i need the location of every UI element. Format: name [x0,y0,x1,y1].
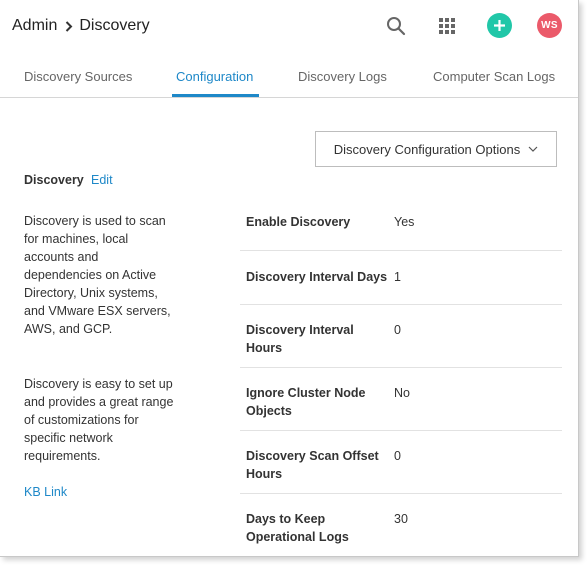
setting-label: Ignore Cluster Node Objects [246,386,366,418]
tab-configuration[interactable]: Configuration [176,69,253,84]
settings-row: Discovery Interval Days 1 [240,251,562,305]
options-button-label: Discovery Configuration Options [333,141,521,157]
tab-discovery-logs[interactable]: Discovery Logs [298,69,387,84]
setting-value: Yes [394,215,415,229]
settings-row: Enable Discovery Yes [240,196,562,251]
breadcrumb-current: Discovery [79,17,150,34]
setting-value: 0 [394,323,401,337]
setting-value: 0 [394,449,401,463]
search-icon[interactable] [383,13,409,39]
settings-row: Discovery Scan Offset Hours 0 [240,431,562,494]
edit-link[interactable]: Edit [91,173,113,187]
discovery-configuration-options-button[interactable]: Discovery Configuration Options [315,131,557,167]
apps-grid-icon[interactable] [434,13,460,39]
tab-bar: Discovery Sources Configuration Discover… [0,54,578,98]
settings-row: Days to Keep Operational Logs 30 [240,494,562,556]
tab-discovery-sources[interactable]: Discovery Sources [24,69,132,84]
chevron-right-icon [65,20,73,32]
setting-value: 1 [394,270,401,284]
tab-computer-scan-logs[interactable]: Computer Scan Logs [433,69,555,84]
settings-row: Discovery Interval Hours 0 [240,305,562,368]
setting-label: Enable Discovery [246,215,351,229]
add-icon[interactable] [487,13,512,38]
setting-value: No [394,386,410,400]
settings-table: Enable Discovery Yes Discovery Interval … [240,196,562,556]
app-window: Admin Discovery WS Discovery Sources Con… [0,0,579,557]
setting-label: Days to Keep Operational Logs [246,512,349,544]
chevron-down-icon [528,146,538,152]
avatar[interactable]: WS [537,13,562,38]
kb-link[interactable]: KB Link [24,483,67,501]
setting-label: Discovery Interval Hours [246,323,354,355]
description-paragraph: Discovery is easy to set up and provides… [24,377,174,463]
header: Admin Discovery WS [0,0,578,54]
setting-value: 30 [394,512,408,526]
breadcrumb-parent[interactable]: Admin [12,17,57,35]
settings-row: Ignore Cluster Node Objects No [240,368,562,431]
description-paragraph: Discovery is used to scan for machines, … [24,214,171,336]
setting-label: Discovery Interval Days [246,270,388,284]
section-title: Discovery [24,173,84,187]
setting-label: Discovery Scan Offset Hours [246,449,379,481]
active-tab-indicator [172,94,259,97]
breadcrumb: Admin Discovery [12,17,150,35]
